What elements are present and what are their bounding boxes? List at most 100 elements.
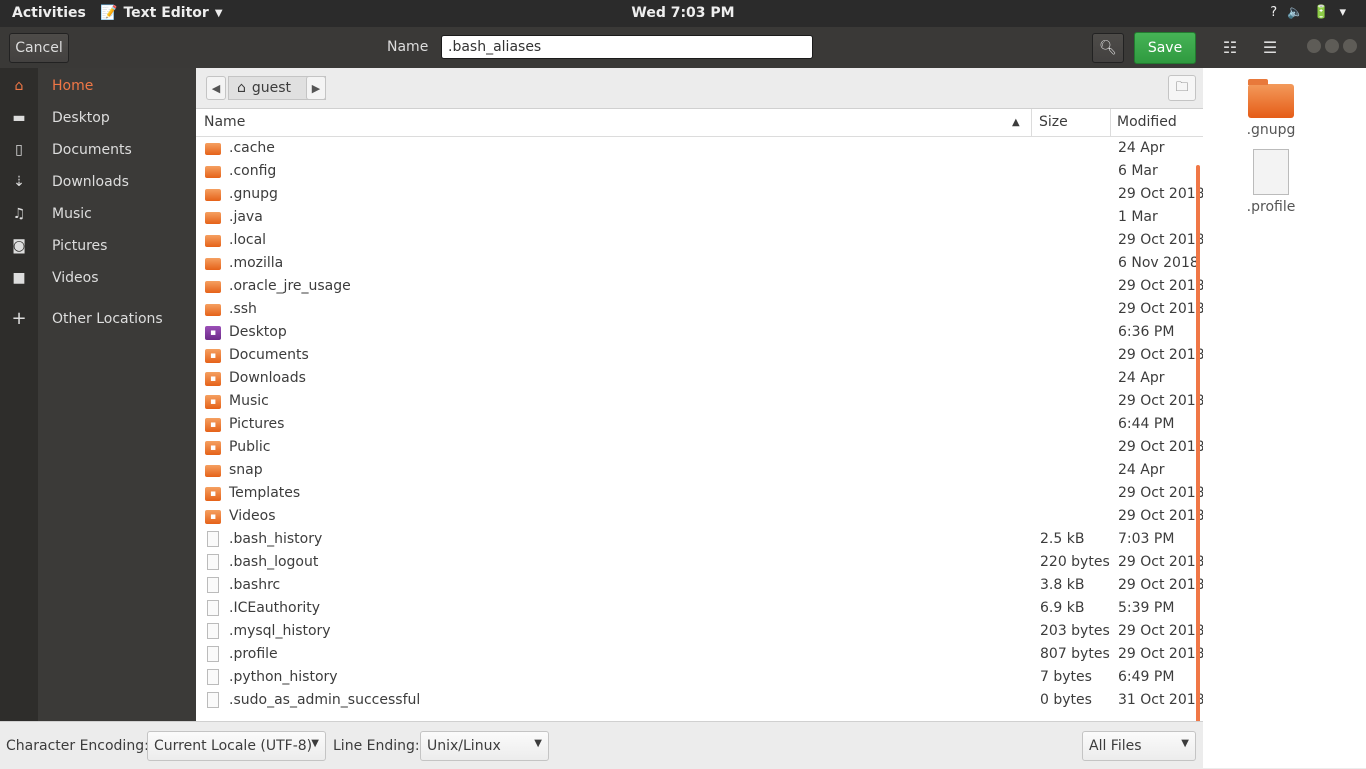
file-row[interactable]: .mysql_history 203 bytes 29 Oct 2018 — [196, 620, 1203, 643]
file-size: 7 bytes — [1040, 669, 1092, 685]
file-row[interactable]: .oracle_jre_usage 29 Oct 2018 — [196, 275, 1203, 298]
file-row[interactable]: .gnupg 29 Oct 2018 — [196, 183, 1203, 206]
file-row[interactable]: .bashrc 3.8 kB 29 Oct 2018 — [196, 574, 1203, 597]
file-modified: 1 Mar — [1118, 209, 1158, 225]
list-view-icon[interactable]: ☷ — [1217, 35, 1243, 61]
file-name: .cache — [229, 140, 275, 156]
sidebar-item-downloads[interactable]: ⇣ Downloads — [0, 167, 196, 199]
activities-button[interactable]: Activities — [12, 5, 86, 21]
battery-icon[interactable]: 🔋 — [1313, 5, 1329, 20]
minimize-icon[interactable] — [1307, 39, 1321, 53]
file-row[interactable]: ▪ Desktop 6:36 PM — [196, 321, 1203, 344]
chevron-down-icon: ▼ — [214, 7, 223, 19]
volume-icon[interactable]: 🔈 — [1287, 5, 1303, 20]
sidebar-item-label: Other Locations — [52, 311, 163, 327]
plus-icon: + — [11, 308, 27, 329]
file-name: .sudo_as_admin_successful — [229, 692, 421, 708]
file-row[interactable]: ▪ Public 29 Oct 2018 — [196, 436, 1203, 459]
desktop-folder-item[interactable]: .gnupg — [1231, 79, 1311, 138]
file-row[interactable]: .ssh 29 Oct 2018 — [196, 298, 1203, 321]
close-icon[interactable] — [1343, 39, 1357, 53]
file-modified: 29 Oct 2018 — [1118, 186, 1203, 202]
sidebar-item-videos[interactable]: ■ Videos — [0, 263, 196, 295]
file-filter-select[interactable]: All Files ▼ — [1082, 731, 1196, 761]
chevron-down-icon: ▼ — [1181, 738, 1189, 749]
column-name[interactable]: Name — [204, 114, 245, 130]
file-row[interactable]: .local 29 Oct 2018 — [196, 229, 1203, 252]
desktop-item-label: .gnupg — [1246, 122, 1296, 138]
file-modified: 29 Oct 2018 — [1118, 393, 1203, 409]
sidebar-item-desktop[interactable]: ▬ Desktop — [0, 103, 196, 135]
file-size: 203 bytes — [1040, 623, 1110, 639]
folder-icon — [205, 166, 221, 178]
filename-input[interactable] — [441, 35, 813, 59]
file-name: .bash_history — [229, 531, 323, 547]
file-row[interactable]: .java 1 Mar — [196, 206, 1203, 229]
menu-icon[interactable]: ☰ — [1257, 35, 1283, 61]
file-name: Templates — [229, 485, 301, 501]
chevron-down-icon[interactable]: ▾ — [1339, 5, 1346, 20]
system-tray[interactable]: ? 🔈 🔋 ▾ — [1270, 5, 1346, 20]
sidebar-item-label: Home — [52, 78, 94, 94]
file-modified: 6:49 PM — [1118, 669, 1175, 685]
desktop-file-item[interactable]: .profile — [1231, 149, 1311, 215]
file-row[interactable]: ▪ Videos 29 Oct 2018 — [196, 505, 1203, 528]
app-menu[interactable]: 📝 Text Editor ▼ — [100, 5, 223, 21]
search-button[interactable]: 🔍︎ — [1092, 33, 1124, 63]
music-icon: ♫ — [12, 206, 26, 222]
file-row[interactable]: snap 24 Apr — [196, 459, 1203, 482]
chevron-left-icon: ◀ — [211, 82, 221, 95]
path-forward-arrow[interactable]: ▶ — [306, 76, 326, 100]
file-row[interactable]: ▪ Music 29 Oct 2018 — [196, 390, 1203, 413]
file-row[interactable]: .bash_history 2.5 kB 7:03 PM — [196, 528, 1203, 551]
column-modified[interactable]: Modified — [1117, 114, 1177, 130]
sidebar-item-other-locations[interactable]: + Other Locations — [0, 304, 196, 336]
search-icon: 🔍︎ — [1099, 40, 1117, 56]
file-row[interactable]: ▪ Templates 29 Oct 2018 — [196, 482, 1203, 505]
maximize-icon[interactable] — [1325, 39, 1339, 53]
file-row[interactable]: .python_history 7 bytes 6:49 PM — [196, 666, 1203, 689]
file-size: 0 bytes — [1040, 692, 1092, 708]
document-icon: ▯ — [15, 142, 23, 158]
file-modified: 24 Apr — [1118, 140, 1165, 156]
file-icon — [207, 646, 219, 662]
file-icon — [207, 577, 219, 593]
column-separator — [1031, 109, 1032, 136]
file-modified: 29 Oct 2018 — [1118, 485, 1203, 501]
file-modified: 29 Oct 2018 — [1118, 439, 1203, 455]
file-row[interactable]: .bash_logout 220 bytes 29 Oct 2018 — [196, 551, 1203, 574]
sidebar-item-pictures[interactable]: ◙ Pictures — [0, 231, 196, 263]
sidebar-item-documents[interactable]: ▯ Documents — [0, 135, 196, 167]
file-modified: 29 Oct 2018 — [1118, 508, 1203, 524]
file-modified: 29 Oct 2018 — [1118, 646, 1203, 662]
save-button[interactable]: Save — [1134, 32, 1196, 64]
file-row[interactable]: .mozilla 6 Nov 2018 — [196, 252, 1203, 275]
file-modified: 29 Oct 2018 — [1118, 577, 1203, 593]
sidebar-item-label: Downloads — [52, 174, 129, 190]
sidebar-item-home[interactable]: ⌂ Home — [0, 71, 196, 103]
folder-icon — [205, 189, 221, 201]
cancel-button[interactable]: Cancel — [9, 33, 69, 63]
home-icon: ⌂ — [237, 80, 246, 96]
scrollbar[interactable] — [1196, 165, 1200, 721]
file-row[interactable]: ▪ Pictures 6:44 PM — [196, 413, 1203, 436]
file-row[interactable]: .config 6 Mar — [196, 160, 1203, 183]
line-ending-select[interactable]: Unix/Linux ▼ — [420, 731, 549, 761]
file-row[interactable]: .profile 807 bytes 29 Oct 2018 — [196, 643, 1203, 666]
sidebar-item-music[interactable]: ♫ Music — [0, 199, 196, 231]
help-icon[interactable]: ? — [1270, 5, 1277, 20]
column-size[interactable]: Size — [1039, 114, 1068, 130]
encoding-select[interactable]: Current Locale (UTF-8) ▼ — [147, 731, 326, 761]
new-folder-button[interactable]: 🗀 — [1168, 75, 1196, 101]
sort-ascending-icon[interactable]: ▲ — [1012, 117, 1020, 128]
file-row[interactable]: .ICEauthority 6.9 kB 5:39 PM — [196, 597, 1203, 620]
file-row[interactable]: ▪ Documents 29 Oct 2018 — [196, 344, 1203, 367]
file-row[interactable]: ▪ Downloads 24 Apr — [196, 367, 1203, 390]
background-header: ☷ ☰ — [1203, 27, 1366, 68]
folder-icon — [205, 143, 221, 155]
file-row[interactable]: .sudo_as_admin_successful 0 bytes 31 Oct 2… — [196, 689, 1203, 712]
file-list[interactable]: Name ▲ Size Modified .cache 24 Apr .config… — [196, 109, 1203, 721]
path-back-arrow[interactable]: ◀ — [206, 76, 226, 100]
chevron-down-icon: ▼ — [311, 738, 319, 749]
file-row[interactable]: .cache 24 Apr — [196, 137, 1203, 160]
